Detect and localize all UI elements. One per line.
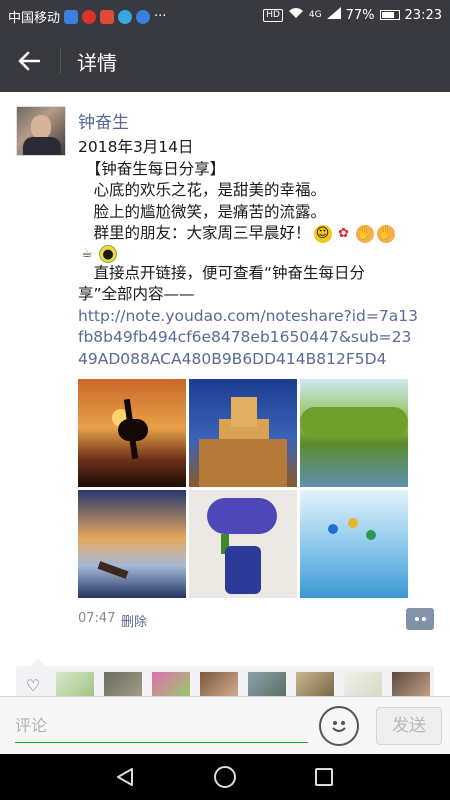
post-text: 2018年3月14日 【钟奋生每日分享】 心底的欢乐之花，是甜美的幸福。 脸上的… — [78, 137, 418, 370]
greeting-line: 群里的朋友：大家周三早晨好！ ☺ ✿ ✋ ✋ — [78, 223, 418, 245]
delete-link[interactable]: 删除 — [121, 611, 147, 630]
author-avatar[interactable] — [16, 106, 66, 156]
comment-input[interactable] — [15, 709, 308, 743]
lake-trees-photo[interactable] — [300, 379, 408, 487]
send-button[interactable]: 发送 — [376, 707, 442, 745]
dog-emoji: ● — [99, 244, 117, 263]
title-bar: 详情 — [0, 30, 450, 92]
emoji-button[interactable] — [319, 706, 359, 746]
skydivers-photo[interactable] — [300, 490, 408, 598]
handshake-emoji: ✋ — [355, 224, 374, 243]
photo-grid — [78, 379, 408, 598]
nav-back-icon[interactable] — [115, 767, 135, 787]
avatar-body — [23, 137, 61, 155]
battery-level — [381, 12, 394, 18]
post-detail: 钟奋生 2018年3月14日 【钟奋生每日分享】 心底的欢乐之花，是甜美的幸福。… — [0, 92, 450, 706]
system-nav-bar — [0, 754, 450, 800]
comment-more-button[interactable] — [406, 608, 434, 630]
title-divider — [60, 48, 61, 74]
avatar-face — [31, 115, 51, 139]
comment-bar: 发送 — [0, 696, 450, 754]
post-line: 群里的朋友：大家周三早晨好！ — [78, 224, 311, 242]
network-type-label: 4G — [308, 10, 322, 20]
hd-badge: HD — [263, 8, 283, 22]
rose-emoji: ✿ — [338, 225, 349, 241]
dot — [421, 617, 426, 621]
post-line: 【钟奋生每日分享】 — [78, 159, 226, 178]
note-link[interactable]: http://note.youdao.com/noteshare?id=7a13… — [78, 306, 418, 371]
pray-emoji: ✋ — [376, 224, 395, 243]
signal-icon — [326, 7, 341, 23]
status-right: HD 4G 77% 23:23 — [263, 7, 442, 23]
dot — [414, 617, 419, 621]
page-title: 详情 — [77, 51, 117, 75]
sunset-heron-photo[interactable] — [78, 379, 186, 487]
author-name[interactable]: 钟奋生 — [78, 108, 129, 133]
castle-night-photo[interactable] — [189, 379, 297, 487]
post-line: 2018年3月14日 — [78, 138, 194, 156]
battery-icon — [379, 10, 400, 20]
app-notification-icon — [118, 9, 133, 24]
app-notification-icon — [136, 9, 151, 24]
smiley-icon — [332, 721, 346, 732]
nav-home-icon[interactable] — [214, 766, 236, 788]
wifi-icon — [288, 7, 304, 23]
iris-vase-photo[interactable] — [189, 490, 297, 598]
battery-percent: 77% — [345, 7, 375, 23]
clock: 23:23 — [404, 7, 442, 23]
more-notifications-label: ··· — [154, 9, 167, 24]
link-intro: 享”全部内容—— — [78, 285, 195, 303]
link-intro: 直接点开链接，便可查看“钟奋生每日分 — [78, 263, 366, 282]
post-line: 脸上的尴尬微笑，是痛苦的流露。 — [78, 202, 327, 221]
app-notification-icon — [64, 9, 79, 24]
nav-recent-icon[interactable] — [315, 768, 333, 786]
status-left: 中国移动 ··· — [8, 7, 166, 26]
status-bar: 中国移动 ··· HD 4G 77% 23:23 — [0, 0, 450, 30]
smile-emoji: ☺ — [313, 224, 332, 243]
boat-sunset-photo[interactable] — [78, 490, 186, 598]
heart-icon: ♡ — [26, 676, 41, 695]
app-notification-icon — [82, 9, 97, 24]
arrow-left-icon — [18, 51, 40, 71]
post-line: 心底的欢乐之花，是甜美的幸福。 — [78, 181, 327, 199]
carrier-label: 中国移动 — [8, 11, 61, 26]
app-notification-icon — [100, 9, 115, 24]
post-time: 07:47 — [78, 611, 116, 626]
coffee-emoji: ☕ — [81, 245, 93, 261]
back-button[interactable] — [12, 45, 46, 77]
emoji-line: ☕ ● — [78, 244, 418, 263]
